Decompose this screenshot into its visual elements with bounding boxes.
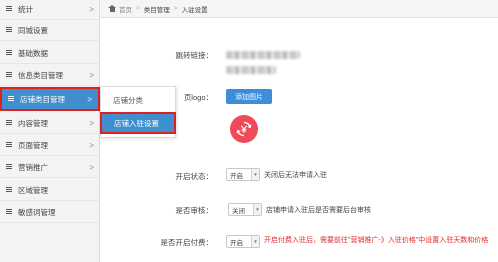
sidebar-item-label: 店铺类目管理 (20, 94, 65, 104)
list-icon (6, 27, 12, 33)
chevron-right-icon: > (89, 70, 94, 80)
list-icon (6, 209, 12, 215)
home-icon (108, 5, 116, 12)
breadcrumb: 首页 > 类目管理 > 入驻设置 (100, 0, 498, 18)
link-value-blurred-2 (226, 66, 276, 74)
link-label: 跳转链接： (175, 51, 214, 60)
chevron-right-icon: > (89, 118, 94, 128)
sidebar-item-label: 统计 (18, 4, 33, 14)
sidebar: 统计 > 同城设置 基础数据 信息类目管理 > 店铺类目管理 > 内容管理 > … (0, 0, 100, 262)
sidebar-item-label: 页面管理 (18, 140, 48, 150)
add-image-button[interactable]: 添加图片 (226, 89, 272, 104)
shop-category-submenu: 店铺分类 店铺入驻设置 (100, 86, 176, 138)
chevron-right-icon: > (89, 162, 94, 172)
list-icon (6, 164, 12, 170)
paid-label: 是否开启付费： (160, 238, 214, 247)
list-icon (6, 187, 12, 193)
list-icon (6, 72, 12, 78)
review-label: 是否审核： (175, 206, 214, 215)
sidebar-item-label: 区域管理 (18, 185, 48, 195)
sidebar-item-content[interactable]: 内容管理 > (0, 113, 100, 134)
breadcrumb-home[interactable]: 首页 (119, 4, 132, 14)
sidebar-item-label: 基础数据 (18, 48, 48, 58)
breadcrumb-separator: > (136, 5, 140, 12)
sidebar-item-region[interactable]: 区域管理 (0, 180, 100, 201)
caret-down-icon: ▼ (253, 204, 261, 215)
yen-exchange-icon (230, 115, 258, 143)
caret-down-icon: ▼ (251, 169, 259, 180)
open-status-value: 开启 (230, 172, 243, 180)
sidebar-item-stats[interactable]: 统计 > (0, 0, 100, 20)
submenu-item-shop-settle-settings[interactable]: 店铺入驻设置 (100, 112, 176, 134)
list-icon (6, 120, 12, 126)
list-icon (8, 96, 14, 102)
chevron-right-icon: > (89, 140, 94, 150)
sidebar-item-basic-data[interactable]: 基础数据 (0, 43, 100, 64)
list-icon (6, 6, 12, 12)
sidebar-item-sensitive-words[interactable]: 敏感词管理 (0, 202, 100, 223)
chevron-right-icon: > (87, 94, 92, 104)
review-select[interactable]: 关闭 ▼ (228, 203, 262, 216)
breadcrumb-separator: > (173, 5, 178, 12)
submenu-item-shop-classification[interactable]: 店铺分类 (101, 89, 175, 111)
open-status-select[interactable]: 开启 ▼ (226, 168, 260, 181)
breadcrumb-current: 入驻设置 (181, 6, 208, 14)
review-desc: 店铺申请入驻后是否需要后台审核 (266, 207, 371, 214)
paid-desc: 开启付费入驻后，需要前往"营销推广-》入驻价格"中设置入驻天数和价格 (264, 237, 489, 244)
review-value: 关闭 (232, 207, 245, 215)
sidebar-item-pages[interactable]: 页面管理 > (0, 135, 100, 156)
sidebar-item-label: 内容管理 (18, 118, 48, 128)
list-icon (6, 50, 12, 56)
open-status-desc: 关闭后无法申请入驻 (264, 172, 327, 179)
link-value-blurred (226, 51, 300, 59)
sidebar-item-label: 敏感词管理 (18, 207, 56, 217)
chevron-right-icon: > (89, 4, 94, 14)
open-status-label: 开启状态： (175, 172, 214, 181)
sidebar-item-label: 信息类目管理 (18, 70, 63, 80)
breadcrumb-level1[interactable]: 类目管理 (144, 4, 170, 14)
sidebar-item-marketing[interactable]: 营销推广 > (0, 157, 100, 178)
list-icon (6, 142, 12, 148)
sidebar-item-label: 营销推广 (18, 162, 48, 172)
sidebar-item-info-category[interactable]: 信息类目管理 > (0, 65, 100, 86)
sidebar-item-city-settings[interactable]: 同城设置 (0, 20, 100, 41)
sidebar-item-shop-category[interactable]: 店铺类目管理 > (0, 87, 100, 111)
sidebar-item-label: 同城设置 (18, 25, 48, 35)
